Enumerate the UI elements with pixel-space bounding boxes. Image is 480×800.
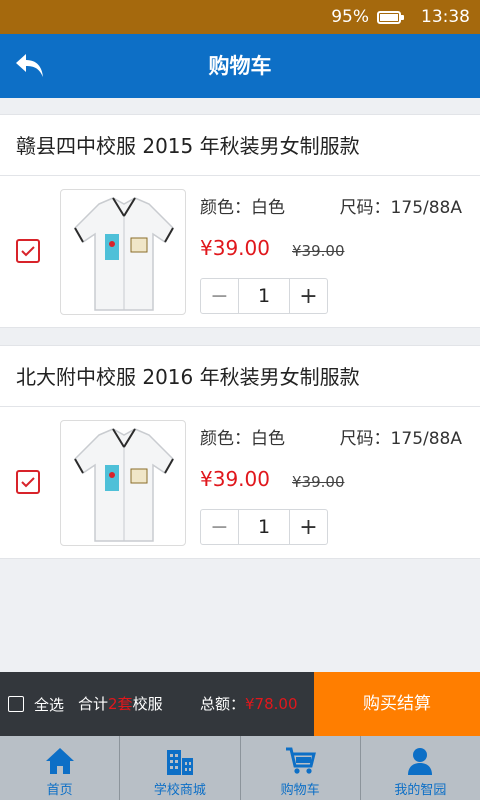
tab-cart[interactable]: 购物车 [241, 736, 361, 800]
checkout-button[interactable]: 购买结算 [314, 672, 480, 736]
tab-label: 我的智园 [394, 783, 447, 798]
count-value: 2套 [108, 695, 133, 713]
plus-icon: + [299, 283, 318, 309]
increment-button[interactable]: + [290, 279, 327, 313]
cart-item: 颜色：白色 尺码：175/88A ¥39.00 ¥39.00 − 1 + [0, 407, 480, 559]
nav-bar: 购物车 [0, 34, 480, 98]
total-value: ¥78.00 [245, 695, 298, 713]
quantity-stepper: − 1 + [200, 509, 328, 545]
cart-group: 赣县四中校服 2015 年秋装男女制服款 颜色：白色 尺码：175/88A ¥3… [0, 114, 480, 328]
plus-icon: + [299, 514, 318, 540]
tab-label: 首页 [46, 783, 73, 798]
count-suffix: 校服 [132, 695, 163, 713]
item-original-price: ¥39.00 [292, 473, 345, 491]
item-checkbox[interactable] [16, 239, 40, 263]
tab-bar: 首页 学校商城 购物车 我的智园 [0, 736, 480, 800]
item-size: 尺码：175/88A [339, 198, 462, 218]
cart-group: 北大附中校服 2016 年秋装男女制服款 颜色：白色 尺码：175/88A ¥3… [0, 345, 480, 559]
item-count: 合计2套校服 [78, 672, 163, 736]
select-all-checkbox[interactable] [8, 696, 24, 712]
tab-home[interactable]: 首页 [0, 736, 121, 800]
item-price: ¥39.00 [200, 236, 270, 260]
item-size: 尺码：175/88A [339, 429, 462, 449]
building-icon [166, 750, 193, 775]
minus-icon: − [210, 283, 229, 309]
tab-label: 学校商城 [153, 783, 206, 798]
page-title: 购物车 [208, 54, 272, 78]
tab-my-account[interactable]: 我的智园 [361, 736, 480, 800]
total-label: 总额： [200, 695, 246, 713]
decrement-button[interactable]: − [201, 510, 238, 544]
product-image[interactable] [60, 420, 186, 546]
item-original-price: ¥39.00 [292, 242, 345, 260]
battery-percent: 95% [331, 7, 369, 27]
store-title: 赣县四中校服 2015 年秋装男女制服款 [0, 114, 480, 176]
check-icon [21, 477, 35, 488]
cart-item: 颜色：白色 尺码：175/88A ¥39.00 ¥39.00 − 1 + [0, 176, 480, 328]
check-icon [21, 246, 35, 257]
checkout-bar: 全选 合计2套校服 总额：¥78.00 购买结算 [0, 672, 480, 736]
clock: 13:38 [421, 7, 470, 27]
store-title: 北大附中校服 2016 年秋装男女制服款 [0, 345, 480, 407]
status-bar: 95% 13:38 [0, 0, 480, 34]
quantity-value[interactable]: 1 [238, 279, 290, 313]
count-prefix: 合计 [78, 695, 109, 713]
quantity-stepper: − 1 + [200, 278, 328, 314]
minus-icon: − [210, 514, 229, 540]
product-image[interactable] [60, 189, 186, 315]
home-icon [45, 748, 74, 774]
tab-label: 购物车 [280, 783, 320, 798]
total-amount: 总额：¥78.00 [200, 672, 298, 736]
shirt-image-icon [74, 197, 174, 311]
item-color: 颜色：白色 [200, 198, 285, 218]
battery-icon [377, 10, 404, 24]
select-all-label: 全选 [34, 695, 65, 714]
increment-button[interactable]: + [290, 510, 327, 544]
quantity-value[interactable]: 1 [238, 510, 290, 544]
select-all-toggle[interactable]: 全选 [8, 672, 64, 736]
decrement-button[interactable]: − [201, 279, 238, 313]
user-icon [408, 748, 433, 775]
cart-icon [286, 747, 317, 774]
item-checkbox[interactable] [16, 470, 40, 494]
item-color: 颜色：白色 [200, 429, 285, 449]
tab-school-mall[interactable]: 学校商城 [120, 736, 241, 800]
shirt-image-icon [74, 428, 174, 542]
item-price: ¥39.00 [200, 467, 270, 491]
